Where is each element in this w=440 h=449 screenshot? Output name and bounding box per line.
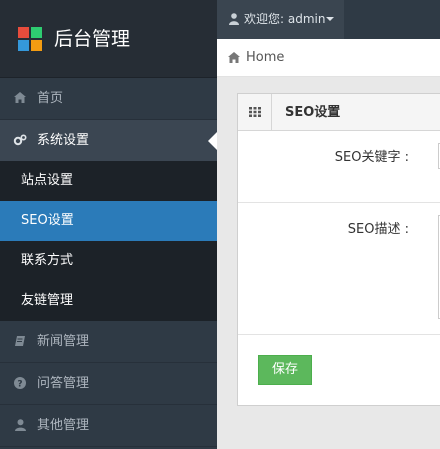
sidebar-item-label: 其他管理 — [37, 418, 90, 433]
submenu-item-friend-links[interactable]: 友链管理 — [0, 281, 217, 321]
breadcrumb: Home — [217, 39, 440, 77]
sidebar-item-qa[interactable]: ? 问答管理 — [0, 363, 217, 405]
seo-description-row: SEO描述 : — [238, 203, 440, 335]
home-icon — [228, 52, 240, 63]
save-button[interactable]: 保存 — [258, 355, 312, 385]
user-icon — [13, 419, 27, 433]
submenu-item-label: 站点设置 — [21, 173, 74, 188]
submenu-item-label: 友链管理 — [21, 293, 74, 308]
sidebar-item-label: 首页 — [37, 91, 64, 106]
breadcrumb-home-link[interactable]: Home — [246, 49, 284, 67]
cogs-icon — [13, 134, 27, 148]
book-icon — [13, 335, 27, 349]
submenu-item-site-settings[interactable]: 站点设置 — [0, 161, 217, 201]
sidebar-item-label: 问答管理 — [37, 376, 90, 391]
submenu-item-label: 联系方式 — [21, 253, 74, 268]
sidebar-item-label: 系统设置 — [37, 133, 90, 148]
seo-settings-panel: SEO设置 SEO关键字 : SEO描述 : 保存 — [237, 93, 440, 406]
windows-logo-icon — [18, 27, 42, 51]
user-menu-dropdown[interactable]: 欢迎您: admin — [217, 0, 344, 39]
seo-description-label: SEO描述 : — [347, 222, 409, 237]
submenu-item-seo-settings[interactable]: SEO设置 — [0, 201, 217, 241]
grid-icon — [238, 94, 272, 130]
sidebar-item-other[interactable]: 其他管理 — [0, 405, 217, 447]
panel-title: SEO设置 — [285, 105, 341, 120]
user-icon — [229, 13, 239, 25]
top-navbar: 欢迎您: admin — [217, 0, 440, 39]
panel-header: SEO设置 — [238, 94, 440, 131]
seo-keywords-label: SEO关键字 : — [334, 150, 409, 165]
sidebar: 后台管理 首页 系统设置 站点设置 SEO设置 联系方式 友链管理 新闻管理 ?… — [0, 0, 217, 449]
sidebar-item-system-settings[interactable]: 系统设置 — [0, 120, 217, 162]
svg-text:?: ? — [17, 380, 22, 390]
chevron-down-icon — [326, 17, 334, 21]
brand: 后台管理 — [0, 0, 217, 78]
home-icon — [13, 92, 27, 106]
seo-keywords-row: SEO关键字 : — [238, 131, 440, 203]
sidebar-item-news[interactable]: 新闻管理 — [0, 321, 217, 363]
brand-title: 后台管理 — [54, 28, 131, 50]
question-icon: ? — [13, 377, 27, 391]
user-greeting: 欢迎您: admin — [244, 12, 326, 26]
sidebar-item-home[interactable]: 首页 — [0, 78, 217, 120]
active-caret-icon — [208, 132, 217, 150]
sidebar-item-label: 新闻管理 — [37, 334, 90, 349]
submenu-item-contact[interactable]: 联系方式 — [0, 241, 217, 281]
submenu-item-label: SEO设置 — [21, 213, 74, 228]
